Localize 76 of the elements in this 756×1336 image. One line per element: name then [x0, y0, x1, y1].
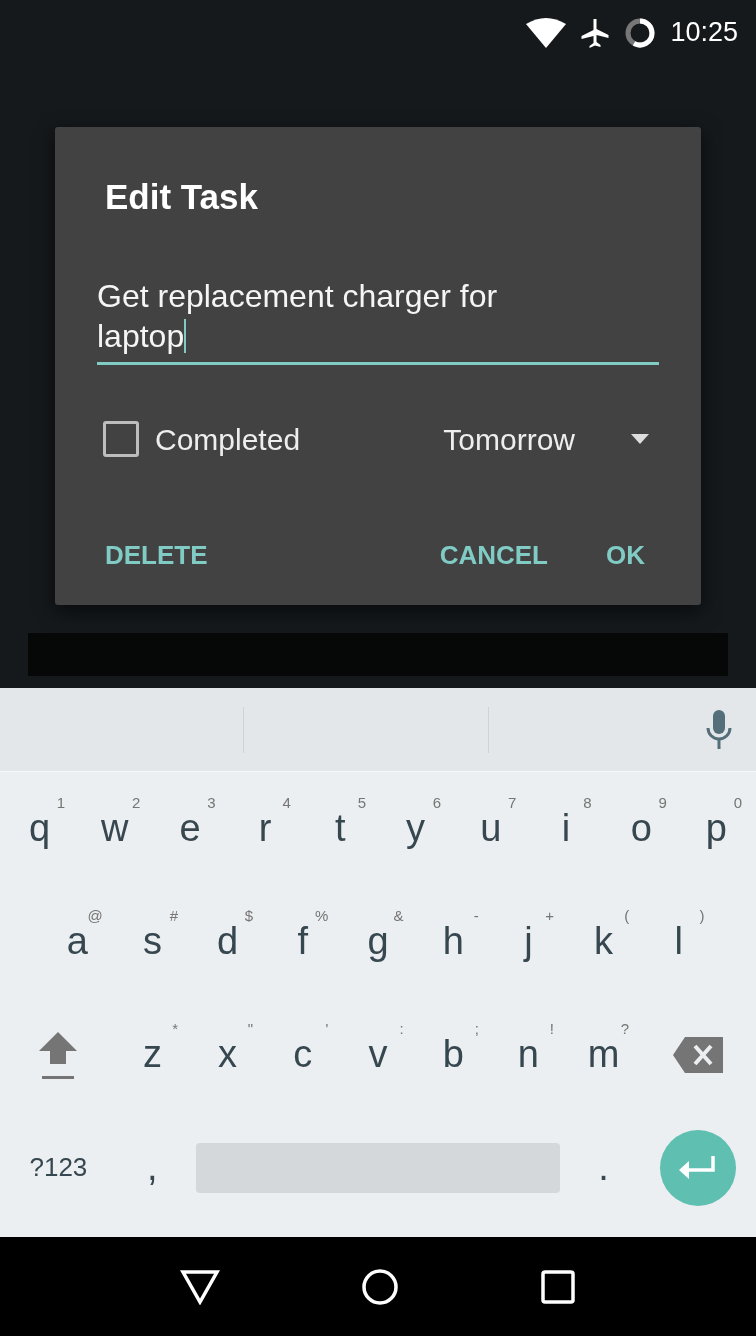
keyboard-key[interactable]: g &	[340, 885, 416, 998]
keyboard-key[interactable]: v :	[340, 998, 416, 1111]
key-hint: 8	[583, 793, 592, 813]
key-hint: 4	[282, 793, 291, 813]
keyboard-key[interactable]: m ?	[566, 998, 642, 1111]
key-hint: 6	[432, 793, 442, 813]
battery-charging-icon	[624, 16, 657, 49]
keyboard-key[interactable]: w 2	[77, 772, 153, 885]
key-hint: @	[87, 906, 103, 926]
key-hint: '	[325, 1019, 329, 1039]
key-hint: -	[473, 906, 479, 926]
key-hint: 7	[508, 793, 517, 813]
key-hint: 5	[357, 793, 366, 813]
keyboard-key[interactable]: r 4	[227, 772, 303, 885]
keyboard-key[interactable]: i 8	[528, 772, 604, 885]
key-hint: ?	[620, 1019, 630, 1039]
key-hint: 9	[658, 793, 667, 813]
key-hint: %	[315, 906, 329, 926]
checkbox-label: Completed	[155, 421, 301, 458]
wifi-icon	[526, 17, 567, 48]
status-time: 10:25	[670, 16, 738, 50]
keyboard-key[interactable]: ,	[114, 1111, 190, 1224]
key-hint: $	[244, 906, 254, 926]
key-hint: 0	[733, 793, 742, 813]
key-hint: &	[393, 906, 404, 926]
keyboard-key[interactable]: s #	[114, 885, 190, 998]
airplane-icon	[580, 17, 611, 48]
enter-icon	[678, 1155, 717, 1180]
keyboard-key[interactable]: e 3	[152, 772, 228, 885]
keyboard-key[interactable]: a @	[39, 885, 115, 998]
keyboard-key[interactable]: d $	[190, 885, 266, 998]
key-hint: 1	[56, 793, 66, 813]
keyboard-key[interactable]: c '	[265, 998, 341, 1111]
keyboard-key[interactable]: p 0	[678, 772, 754, 885]
keyboard-key[interactable]: q 1	[2, 772, 78, 885]
keyboard-key[interactable]: u 7	[453, 772, 529, 885]
key-hint: #	[169, 906, 178, 926]
keyboard-key[interactable]: j +	[490, 885, 566, 998]
caret-icon	[631, 434, 649, 444]
key-hint: )	[699, 906, 705, 926]
keyboard-key[interactable]: z *	[114, 998, 190, 1111]
due-date-dropdown[interactable]: Tomorrow	[443, 416, 659, 462]
keyboard-key[interactable]: .	[566, 1111, 642, 1224]
symbols-key[interactable]: ?123	[2, 1111, 115, 1224]
keyboard-key[interactable]: y 6	[378, 772, 454, 885]
keyboard-key[interactable]: k (	[566, 885, 642, 998]
backspace-icon	[672, 1036, 723, 1073]
key-hint: ;	[474, 1019, 479, 1039]
key-hint: 2	[132, 793, 141, 813]
keyboard-key[interactable]: h -	[415, 885, 491, 998]
key-hint: *	[172, 1019, 178, 1039]
microphone-icon[interactable]	[706, 709, 732, 750]
text-cursor	[184, 318, 187, 353]
key-hint: +	[545, 906, 554, 926]
keyboard-key[interactable]: x "	[190, 998, 266, 1111]
home-icon[interactable]	[360, 1266, 400, 1307]
recents-icon[interactable]	[540, 1268, 576, 1305]
key-hint: :	[399, 1019, 404, 1039]
key-hint: !	[549, 1019, 554, 1039]
task-input[interactable]: Get replacement charger for laptop	[97, 275, 659, 365]
checkbox[interactable]	[103, 421, 139, 457]
keyboard-key[interactable]: n !	[490, 998, 566, 1111]
dialog-title: Edit Task	[105, 176, 259, 218]
keyboard-key[interactable]: l )	[641, 885, 717, 998]
shift-icon	[38, 1029, 79, 1080]
back-icon[interactable]	[180, 1268, 220, 1305]
dialog-button[interactable]: CANCEL	[439, 527, 548, 583]
dialog-button[interactable]: DELETE	[105, 527, 208, 583]
keyboard-key[interactable]: f %	[265, 885, 341, 998]
key-hint: "	[247, 1019, 254, 1039]
dialog-button[interactable]: OK	[606, 527, 645, 583]
keyboard-key[interactable]: b ;	[415, 998, 491, 1111]
keyboard-key[interactable]: t 5	[302, 772, 378, 885]
key-hint: 3	[207, 793, 216, 813]
keyboard-key[interactable]: o 9	[603, 772, 679, 885]
key-hint: (	[624, 906, 630, 926]
